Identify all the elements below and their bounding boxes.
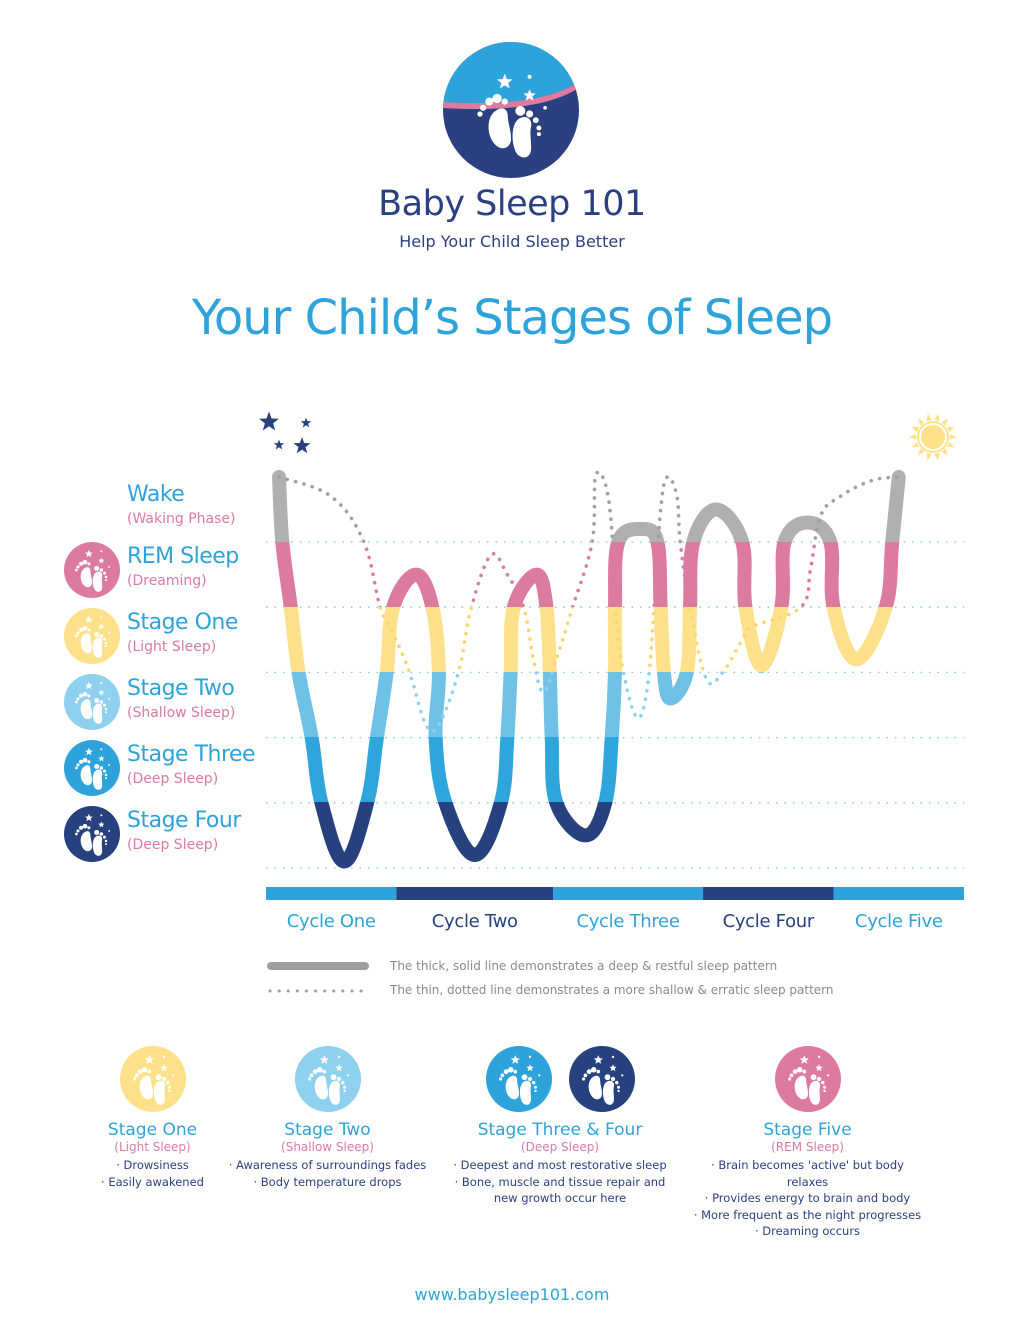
info-card-bullets: · Deepest and most restorative sleep · B… — [453, 1158, 667, 1205]
info-card-sub: (Light Sleep) — [114, 1140, 191, 1154]
dotted-segment-stage-two — [407, 672, 726, 734]
sun-ray — [909, 434, 917, 440]
info-card-bullets: · Drowsiness · Easily awakened — [101, 1158, 204, 1189]
cycle-bar-segment — [266, 887, 397, 900]
dotted-segment-stage-three — [279, 472, 902, 732]
sun-ray — [911, 441, 920, 448]
cycle-bar-segment — [396, 887, 554, 900]
dotted-segment-wake — [277, 470, 904, 542]
baby-feet-icon — [568, 1046, 635, 1112]
info-card-bullets: · Brain becomes 'active' but body relaxe… — [693, 1158, 922, 1238]
sun-ray — [949, 434, 957, 440]
info-card-title: Stage Five — [763, 1120, 852, 1140]
cycle-bar-segment — [833, 887, 964, 900]
info-card-title: Stage Two — [284, 1120, 371, 1140]
cycle-bar-segment — [553, 887, 704, 900]
info-card-sub: (Deep Sleep) — [520, 1140, 600, 1154]
dotted-sleep-line — [277, 470, 904, 734]
baby-feet-icon — [119, 1046, 186, 1112]
info-card-stage-two: Stage Two (Shallow Sleep) · Awareness of… — [225, 1046, 430, 1190]
cycle-label: Cycle Two — [431, 911, 518, 932]
cycle-label: Cycle Four — [722, 911, 815, 932]
dotted-segment-stage-four — [279, 472, 902, 732]
info-card-bullets: · Awareness of surroundings fades · Body… — [228, 1158, 427, 1189]
info-card-title: Stage Three & Four — [477, 1120, 643, 1140]
dotted-segment-rem-sleep — [361, 542, 817, 607]
cycle-bar-segment — [703, 887, 834, 900]
cycle-label: Cycle One — [286, 911, 376, 932]
baby-feet-icon — [485, 1046, 552, 1112]
dotted-segment-stage-one — [378, 607, 804, 672]
baby-feet-icon — [294, 1046, 361, 1112]
sun-ray — [911, 426, 920, 433]
info-card-stage-one: Stage One (Light Sleep) · Drowsiness · E… — [70, 1046, 235, 1190]
info-card-stage-three-four: Stage Three & Four (Deep Sleep) · Deepes… — [450, 1046, 670, 1207]
sun-ray — [934, 452, 940, 461]
legend-dotted-text: The thin, dotted line demonstrates a mor… — [390, 983, 834, 997]
solid-segment-stage-four — [314, 802, 613, 869]
night-stars-icon — [259, 411, 312, 454]
info-card-sub: (REM Sleep) — [771, 1140, 844, 1154]
website-link[interactable]: www.babysleep101.com — [0, 1285, 1024, 1304]
cycle-label: Cycle Five — [854, 911, 943, 932]
legend-solid-text: The thick, solid line demonstrates a dee… — [390, 959, 778, 973]
sun-ray — [946, 426, 955, 433]
sun-ray — [934, 413, 940, 422]
cycle-label: Cycle Three — [576, 911, 680, 932]
info-card-sub: (Shallow Sleep) — [281, 1140, 374, 1154]
solid-sleep-line — [272, 470, 906, 869]
sun-ray — [926, 413, 932, 422]
sun-ray — [946, 441, 955, 448]
cycle-bar — [266, 887, 964, 900]
info-card-stage-five: Stage Five (REM Sleep) · Brain becomes '… — [690, 1046, 925, 1240]
info-card-title: Stage One — [107, 1120, 198, 1140]
sun-ray — [926, 452, 932, 461]
sun-icon — [909, 413, 957, 461]
baby-feet-icon — [774, 1046, 841, 1112]
